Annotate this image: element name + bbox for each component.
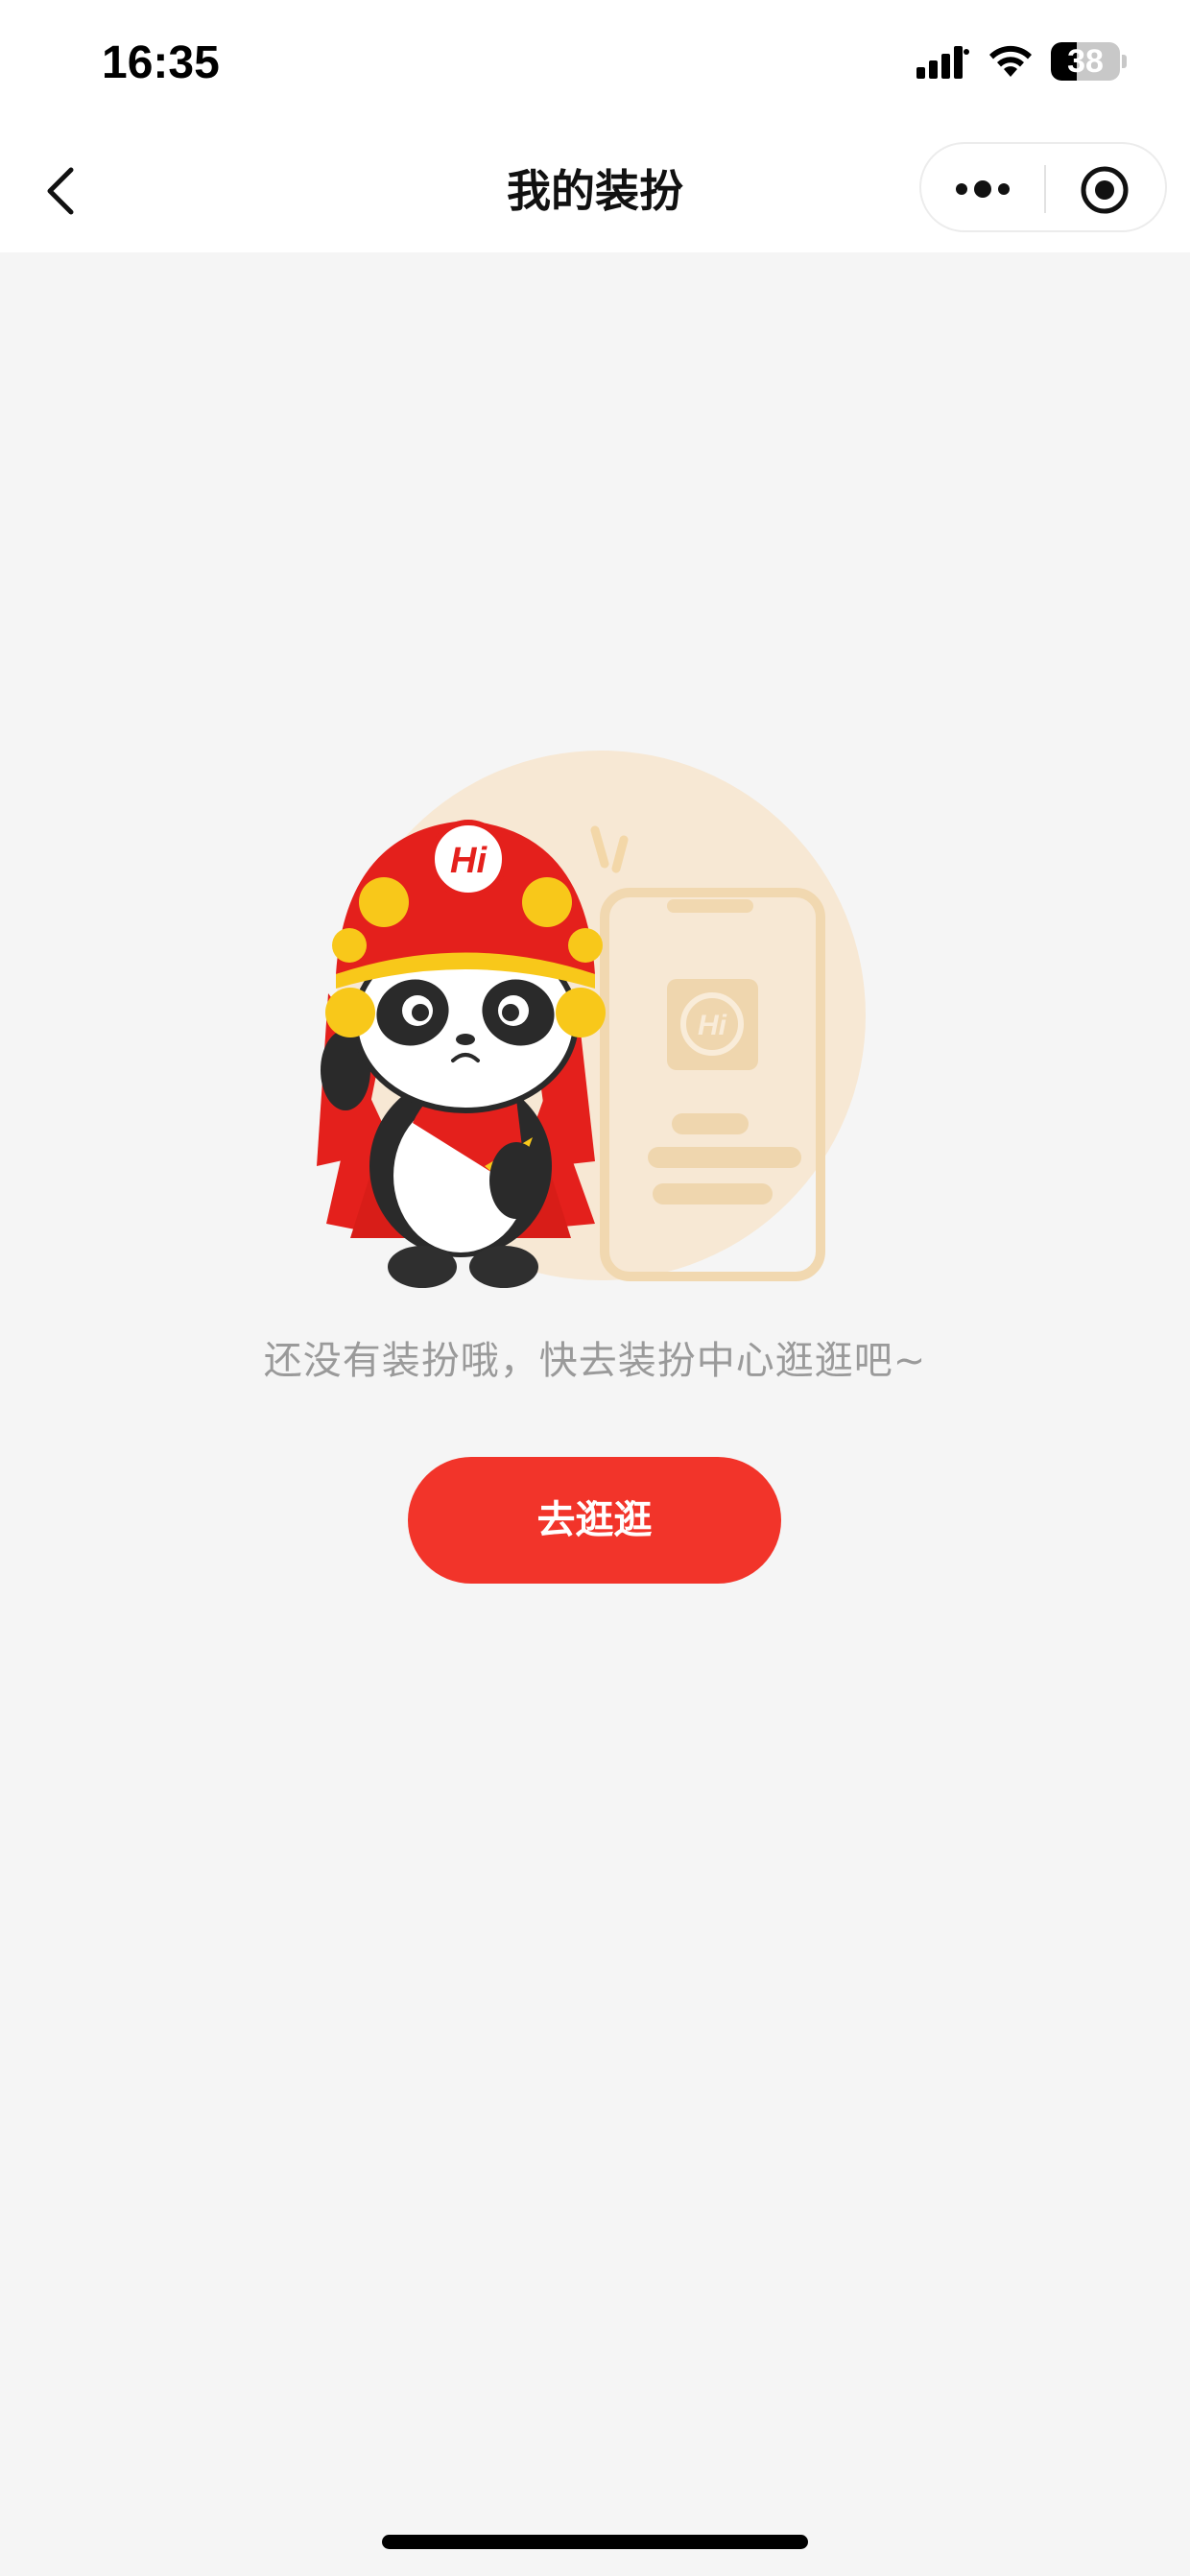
battery-level: 38 — [1067, 43, 1104, 80]
hat-badge-text: Hi — [450, 841, 488, 881]
status-bar: 16:35 38 — [0, 0, 1190, 130]
status-time: 16:35 — [102, 37, 220, 88]
more-button[interactable] — [952, 165, 1013, 213]
capsule-divider — [1044, 165, 1046, 213]
panda-mascot: Hi — [317, 820, 606, 1288]
more-dots-icon — [956, 180, 1010, 198]
back-button[interactable] — [36, 160, 94, 222]
nav-bar: 我的装扮 — [0, 130, 1190, 252]
go-browse-button[interactable]: 去逛逛 — [408, 1457, 781, 1584]
miniprogram-close-icon — [1081, 166, 1129, 214]
empty-state-illustration: Hi Hi — [317, 751, 866, 1288]
empty-state-message: 还没有装扮哦，快去装扮中心逛逛吧~ — [263, 1339, 927, 1383]
battery-icon: 38 — [1051, 42, 1128, 81]
phone-badge-text: Hi — [698, 1010, 727, 1041]
signal-icon — [916, 46, 969, 79]
home-indicator[interactable] — [382, 2535, 808, 2549]
close-miniprogram-button[interactable] — [1078, 163, 1131, 217]
chevron-left-icon — [47, 167, 74, 215]
miniprogram-capsule — [919, 142, 1167, 232]
wifi-icon — [989, 45, 1032, 77]
